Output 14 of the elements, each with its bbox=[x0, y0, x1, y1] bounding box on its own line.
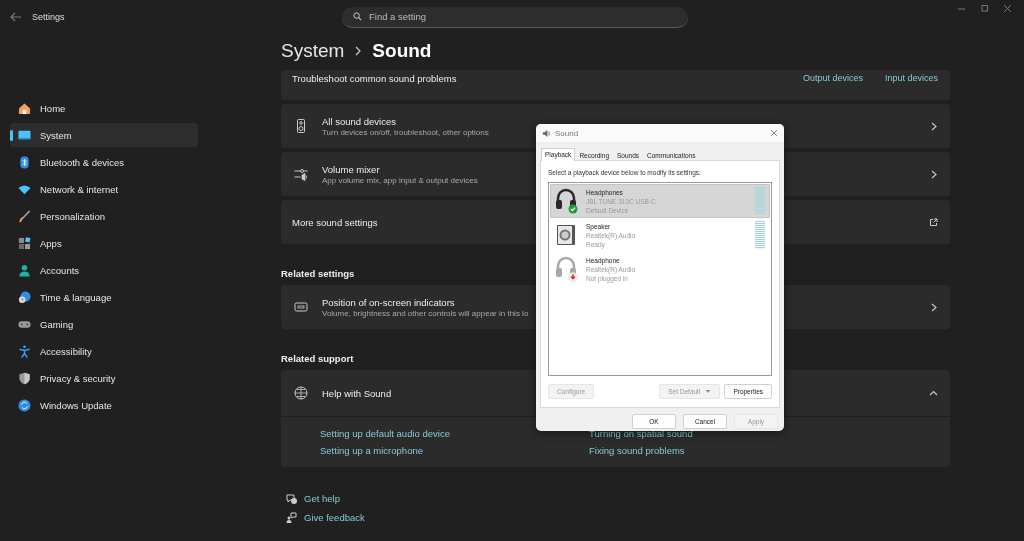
setting-description: Volume, brightness and other controls will appear in this lo bbox=[322, 308, 529, 318]
setting-description: App volume mix, app input & output devices bbox=[322, 175, 478, 185]
section-heading: Related settings bbox=[281, 268, 355, 279]
setting-title: Volume mixer bbox=[322, 163, 381, 175]
help-title: Help with Sound bbox=[322, 387, 392, 399]
page-title: Sound bbox=[372, 40, 432, 62]
setting-title: More sound settings bbox=[292, 216, 378, 228]
section-heading: Related support bbox=[281, 353, 354, 364]
setting-title: All sound devices bbox=[322, 115, 397, 127]
dialog-title: Sound bbox=[555, 128, 579, 138]
setting-title: Position of on-screen indicators bbox=[322, 296, 456, 308]
card-title: Troubleshoot common sound problems bbox=[292, 73, 457, 84]
setting-description: Turn devices on/off, troubleshoot, other options bbox=[322, 127, 489, 137]
window-title: Settings bbox=[32, 11, 65, 22]
